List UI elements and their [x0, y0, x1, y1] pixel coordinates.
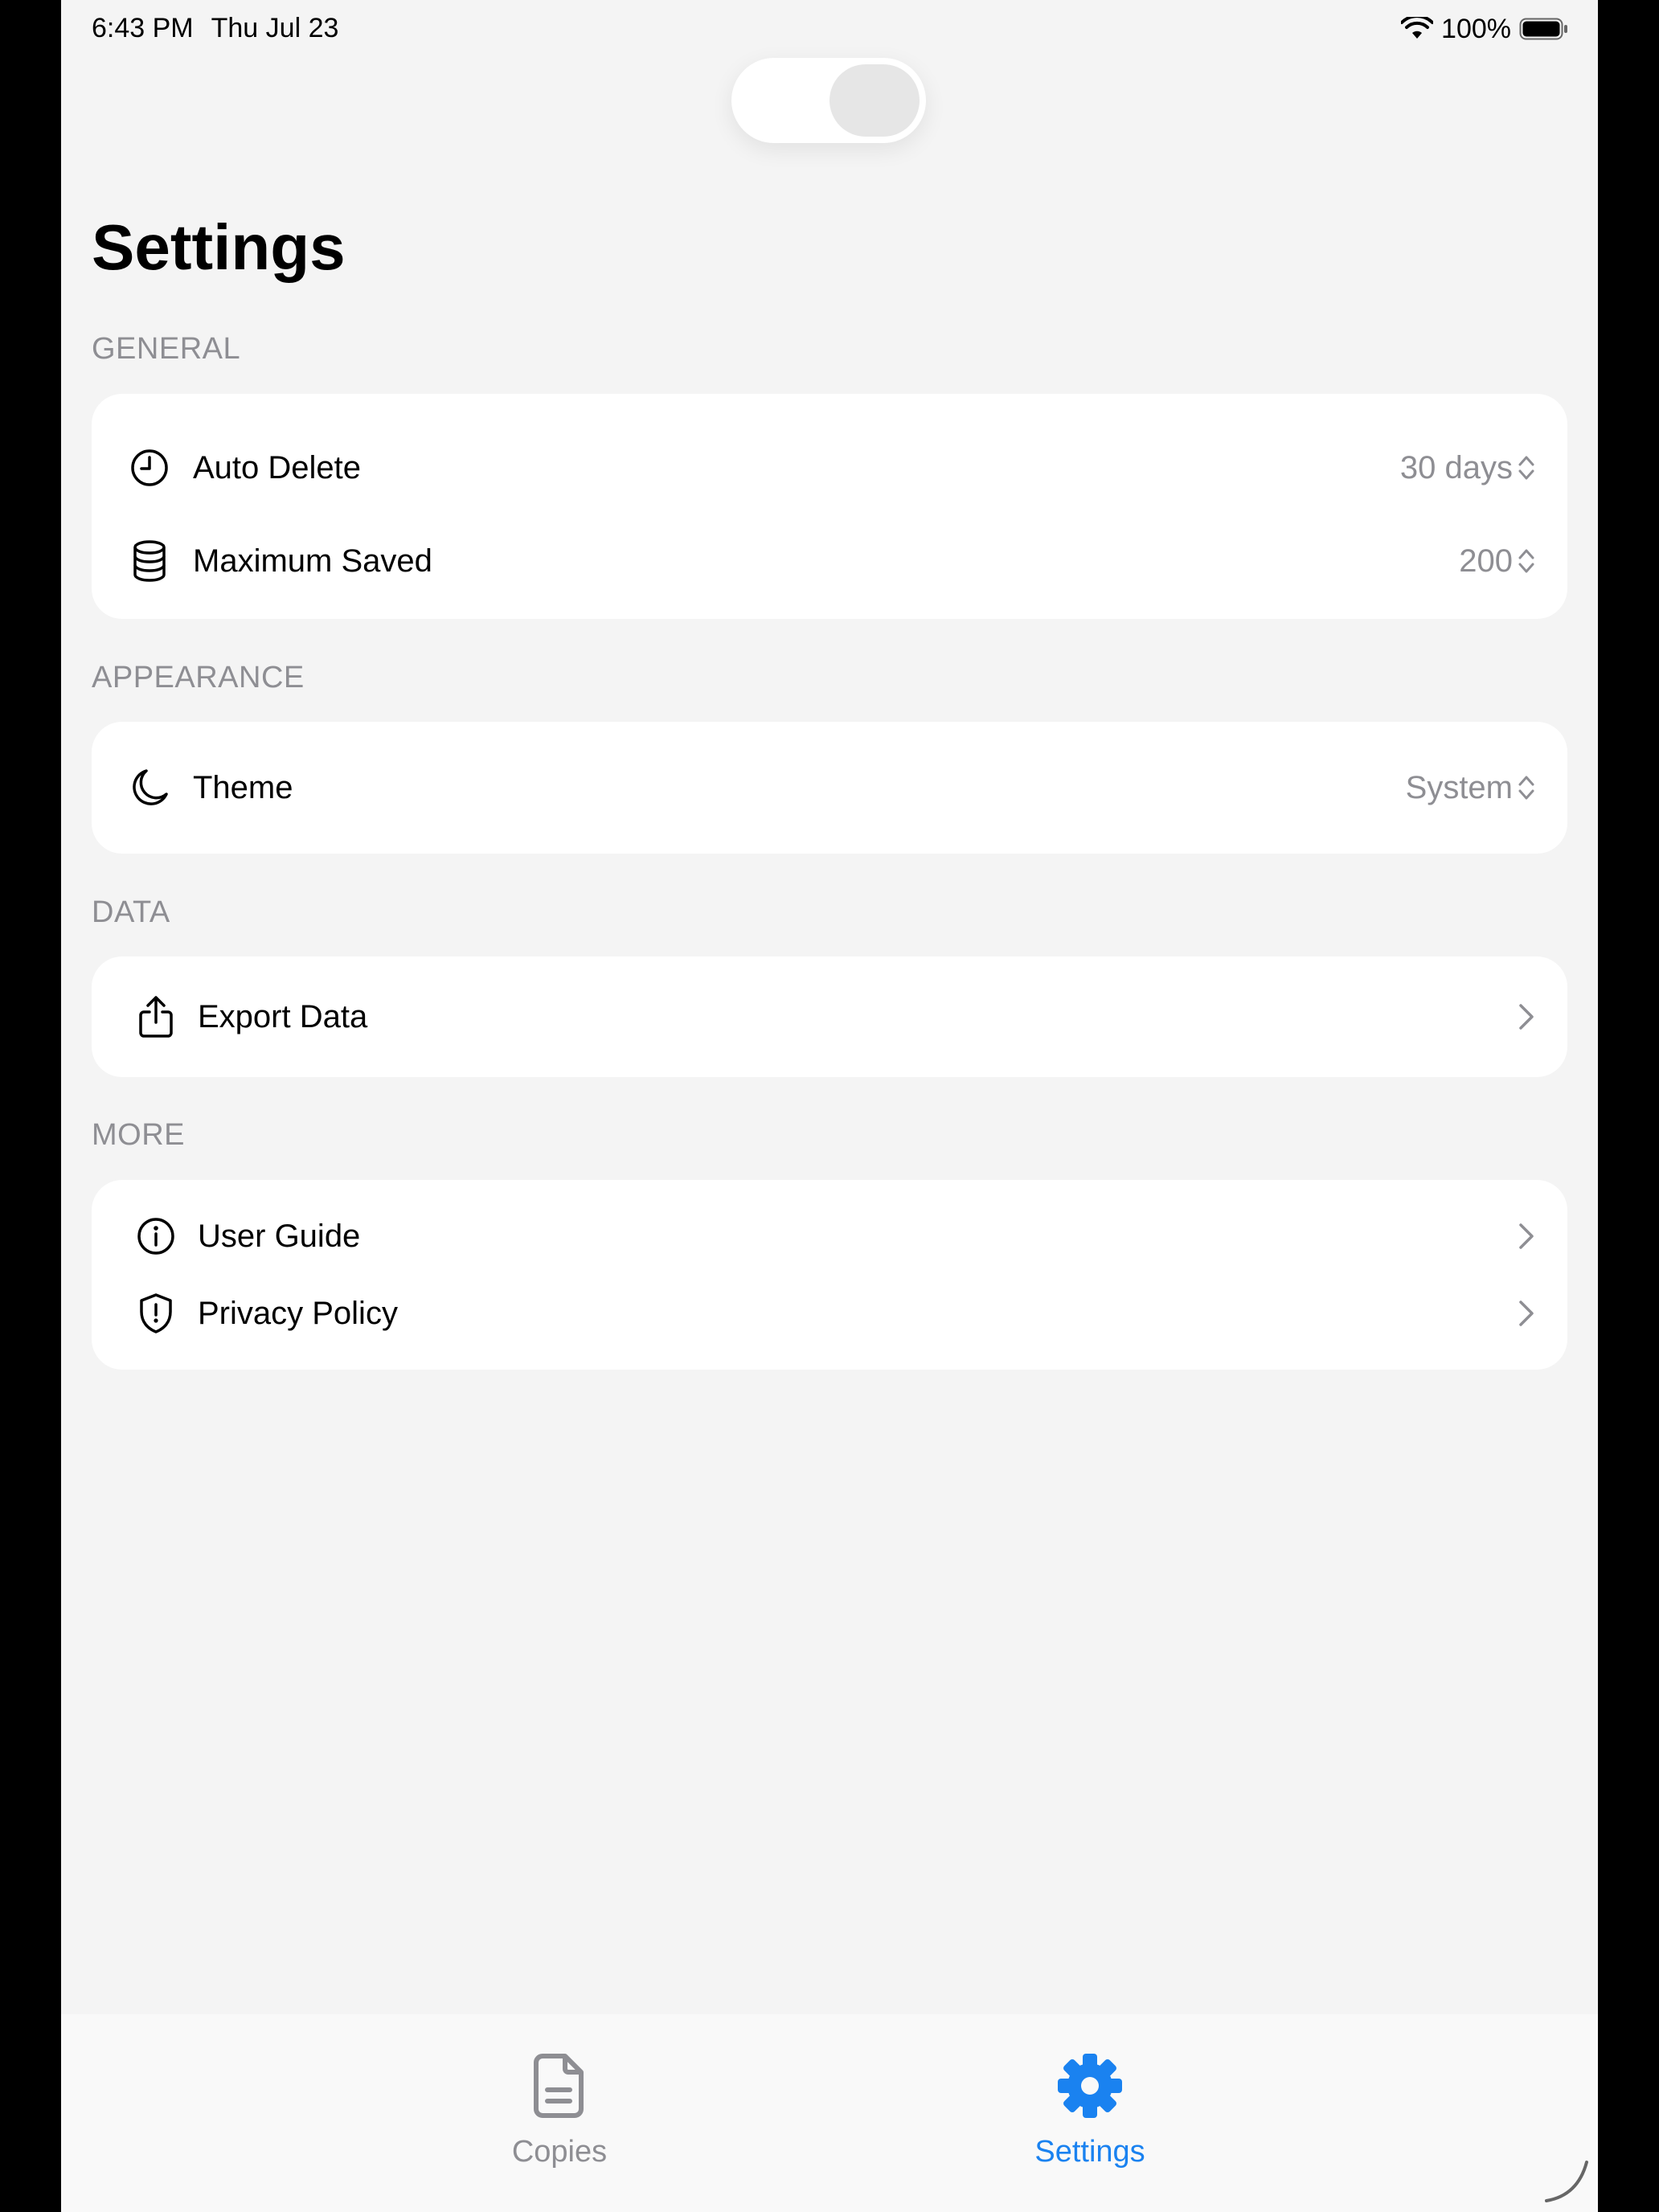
info-icon: [135, 1215, 177, 1257]
section-header-data: DATA: [92, 895, 170, 929]
general-card: Auto Delete 30 days Maximum Saved 200: [92, 394, 1567, 619]
appearance-card: Theme System: [92, 722, 1567, 854]
section-header-more: MORE: [92, 1118, 185, 1152]
document-icon: [534, 2054, 584, 2118]
battery-icon: [1519, 18, 1567, 40]
auto-delete-row[interactable]: Auto Delete 30 days: [92, 428, 1567, 508]
status-time: 6:43 PM: [92, 13, 194, 43]
wifi-icon: [1401, 17, 1434, 39]
export-data-row[interactable]: Export Data: [92, 977, 1567, 1057]
moon-icon: [129, 767, 170, 809]
chevron-right-icon: [1519, 1223, 1534, 1249]
tab-copies-label: Copies: [511, 2135, 608, 2169]
up-down-chevron-icon: [1518, 456, 1534, 480]
chevron-right-icon: [1519, 1004, 1534, 1030]
privacy-policy-label: Privacy Policy: [198, 1295, 398, 1331]
settings-screen: 6:43 PM Thu Jul 23 100% Settings GENERAL: [61, 0, 1598, 2212]
database-icon: [129, 540, 170, 582]
tab-bar: Copies Settings: [61, 2014, 1598, 2212]
auto-delete-value[interactable]: 30 days: [1400, 450, 1513, 486]
tab-settings[interactable]: Settings: [985, 2051, 1194, 2196]
corner-grabber-icon: [1545, 2161, 1588, 2202]
maximum-saved-row[interactable]: Maximum Saved 200: [92, 521, 1567, 601]
chevron-right-icon: [1519, 1301, 1534, 1326]
clock-icon: [129, 447, 170, 489]
maximum-saved-label: Maximum Saved: [193, 543, 432, 579]
user-guide-row[interactable]: User Guide: [92, 1196, 1567, 1276]
theme-label: Theme: [193, 769, 293, 805]
up-down-chevron-icon: [1518, 549, 1534, 573]
privacy-policy-row[interactable]: Privacy Policy: [92, 1273, 1567, 1354]
shield-icon: [135, 1292, 177, 1334]
section-header-general: GENERAL: [92, 332, 241, 366]
section-header-appearance: APPEARANCE: [92, 661, 305, 694]
export-data-label: Export Data: [198, 998, 368, 1034]
gear-icon: [1058, 2054, 1122, 2118]
battery-percent: 100%: [1441, 13, 1511, 44]
status-bar-right: 100%: [1401, 11, 1569, 47]
status-date: Thu Jul 23: [211, 13, 339, 43]
data-card: Export Data: [92, 956, 1567, 1077]
multitasking-pill[interactable]: [731, 58, 926, 143]
more-card: User Guide Privacy Policy: [92, 1180, 1567, 1370]
status-bar-left: 6:43 PM Thu Jul 23: [92, 13, 356, 44]
page-title: Settings: [92, 211, 346, 283]
theme-row[interactable]: Theme System: [92, 748, 1567, 828]
maximum-saved-value[interactable]: 200: [1459, 543, 1513, 580]
tab-settings-label: Settings: [1034, 2135, 1145, 2169]
tab-copies[interactable]: Copies: [455, 2051, 664, 2196]
user-guide-label: User Guide: [198, 1218, 361, 1254]
up-down-chevron-icon: [1518, 776, 1534, 800]
share-icon: [135, 996, 177, 1038]
auto-delete-label: Auto Delete: [193, 449, 362, 485]
theme-value[interactable]: System: [1406, 770, 1513, 806]
pill-knob: [830, 64, 920, 137]
